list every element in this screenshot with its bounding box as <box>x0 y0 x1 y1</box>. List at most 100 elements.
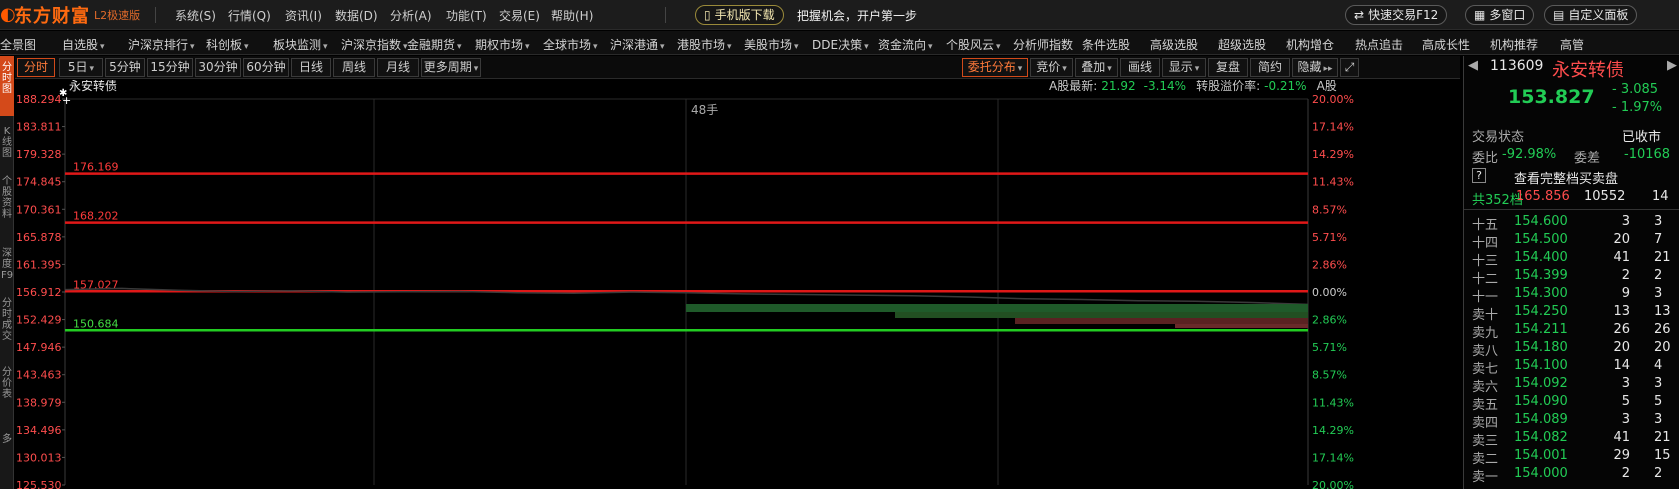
menu-item[interactable]: 分析(A) <box>390 7 432 24</box>
nav-item[interactable]: 热点追击 <box>1355 36 1403 53</box>
nav-item[interactable]: 港股市场 ▾ <box>677 36 732 53</box>
help-icon[interactable]: ? <box>1472 168 1486 183</box>
nav-item[interactable]: 期权市场 ▾ <box>475 36 530 53</box>
chart-tool-button[interactable]: 叠加 ▾ <box>1075 58 1118 77</box>
nav-item[interactable]: 金融期货 ▾ <box>407 36 462 53</box>
nav-item[interactable]: 机构推荐 <box>1490 36 1538 53</box>
view-tab[interactable]: 个股资料 <box>0 170 14 238</box>
nav-item-label: 自选股 <box>62 38 99 52</box>
prev-stock-icon[interactable]: ◀ <box>1468 58 1478 73</box>
chart-tool-button[interactable]: 画线 <box>1120 58 1160 77</box>
menu-item[interactable]: 帮助(H) <box>551 7 593 24</box>
nav-item[interactable]: 机构增仓 <box>1286 36 1334 53</box>
nav-item-label: 高级选股 <box>1150 38 1199 52</box>
period-button-label: 15分钟 <box>150 60 190 74</box>
full-book-link[interactable]: 查看完整档买卖盘 <box>1514 168 1618 187</box>
menu-item[interactable]: 系统(S) <box>175 7 216 24</box>
ask-count: 13 <box>1654 304 1671 319</box>
period-button[interactable]: 日线 <box>291 58 331 77</box>
a-share-info-part: A股最新: <box>1049 80 1097 93</box>
chart-canvas[interactable]: 188.294 183.811 179.328 174.845 170.361 165.8… <box>15 80 1460 489</box>
ask-row[interactable]: 卖九 154.211 26 26 <box>1464 321 1679 341</box>
quick-trade-button[interactable]: ⇄ 快速交易F12 <box>1345 5 1448 25</box>
multi-window-button[interactable]: ▦ 多窗口 <box>1465 5 1535 25</box>
chart-tool-button[interactable]: 竞价 ▾ <box>1030 58 1073 77</box>
fullscreen-button[interactable]: ⤢ <box>1340 58 1359 77</box>
ask-row[interactable]: 卖六 154.092 3 3 <box>1464 375 1679 395</box>
period-button-label: 周线 <box>341 60 366 74</box>
price-change: - 3.085 <box>1612 82 1659 97</box>
period-button[interactable]: 5分钟 <box>105 58 145 77</box>
nav-item[interactable]: 条件选股 <box>1082 36 1130 53</box>
status-label: 交易状态 <box>1472 130 1525 145</box>
ask-row[interactable]: 十二 154.399 2 2 <box>1464 267 1679 287</box>
period-button[interactable]: 5日 ▾ <box>59 58 103 77</box>
nav-item[interactable]: DDE决策 ▾ <box>812 36 869 53</box>
nav-item[interactable]: 沪深港通 ▾ <box>610 36 665 53</box>
view-tab[interactable]: 深度F9 <box>0 242 14 288</box>
period-button[interactable]: 月线 <box>377 58 419 77</box>
nav-item[interactable]: 高级选股 <box>1150 36 1198 53</box>
view-tab[interactable]: 分时图 <box>0 56 14 116</box>
ask-row[interactable]: 卖十 154.250 13 13 <box>1464 303 1679 323</box>
chart-tool-button[interactable]: 委托分布 ▾ <box>962 58 1028 77</box>
nav-item[interactable]: 全景图 <box>0 36 36 53</box>
nav-item[interactable]: 科创板 ▾ <box>206 36 249 53</box>
ask-row[interactable]: 卖八 154.180 20 20 <box>1464 339 1679 359</box>
nav-item[interactable]: 自选股 ▾ <box>62 36 105 53</box>
nav-item[interactable]: 资金流向 ▾ <box>878 36 933 53</box>
period-button[interactable]: 30分钟 <box>195 58 241 77</box>
nav-item[interactable]: 个股风云 ▾ <box>946 36 1001 53</box>
nav-item[interactable]: 沪深京指数 ▾ <box>341 36 408 53</box>
nav-item[interactable]: 分析师指数 <box>1013 36 1073 53</box>
chart-tool-button[interactable]: 简约 <box>1250 58 1290 77</box>
view-tab[interactable]: 分时成交 <box>0 292 14 356</box>
ask-row[interactable]: 十一 154.300 9 3 <box>1464 285 1679 305</box>
next-stock-icon[interactable]: ▶ <box>1667 58 1677 73</box>
period-button[interactable]: 60分钟 <box>243 58 289 77</box>
price-tick-label: 161.395 <box>16 258 62 271</box>
intraday-chart[interactable]: 188.294 183.811 179.328 174.845 170.361 165.8… <box>15 80 1460 489</box>
ask-level: 卖一 <box>1472 470 1499 485</box>
expand-icon: ⤢ <box>1344 60 1355 74</box>
view-tab[interactable]: 多 <box>0 428 14 468</box>
chart-tool-button[interactable]: 显示 ▾ <box>1162 58 1206 77</box>
view-tab[interactable]: 分价表 <box>0 361 14 421</box>
period-button[interactable]: 分时 <box>17 58 55 77</box>
nav-item[interactable]: 高成长性 <box>1422 36 1470 53</box>
chevron-down-icon: ▾ <box>864 42 869 52</box>
ask-row[interactable]: 卖五 154.090 5 5 <box>1464 393 1679 413</box>
period-button-label: 30分钟 <box>198 60 238 74</box>
ask-row[interactable]: 卖一 154.000 2 2 <box>1464 465 1679 485</box>
ask-volume: 20 <box>1613 340 1630 355</box>
ask-row[interactable]: 十三 154.400 41 21 <box>1464 249 1679 269</box>
period-button[interactable]: 更多周期 ▾ <box>421 58 481 77</box>
nav-item[interactable]: 全球市场 ▾ <box>543 36 598 53</box>
nav-item[interactable]: 美股市场 ▾ <box>744 36 799 53</box>
menu-item[interactable]: 数据(D) <box>335 7 378 24</box>
chart-tool-button[interactable]: 复盘 <box>1208 58 1248 77</box>
nav-item[interactable]: 高管 <box>1560 36 1584 53</box>
slogan-link[interactable]: 把握机会，开户第一步 <box>797 7 917 24</box>
nav-item[interactable]: 板块监测 ▾ <box>273 36 328 53</box>
menu-item[interactable]: 行情(Q) <box>228 7 271 24</box>
ask-row[interactable]: 卖二 154.001 29 15 <box>1464 447 1679 467</box>
menu-item[interactable]: 资讯(I) <box>285 7 322 24</box>
menu-item[interactable]: 交易(E) <box>499 7 540 24</box>
mobile-download-button[interactable]: ▯ 手机版下载 <box>695 5 784 25</box>
custom-panel-button[interactable]: ▤ 自定义面板 <box>1544 5 1638 25</box>
period-button[interactable]: 15分钟 <box>147 58 193 77</box>
menu-item[interactable]: 功能(T) <box>446 7 487 24</box>
quick-trade-label: 快速交易F12 <box>1368 8 1439 22</box>
ask-row[interactable]: 卖四 154.089 3 3 <box>1464 411 1679 431</box>
ask-row[interactable]: 十四 154.500 20 7 <box>1464 231 1679 251</box>
chevron-down-icon: ▾ <box>794 42 799 52</box>
ask-row[interactable]: 卖七 154.100 14 4 <box>1464 357 1679 377</box>
period-button[interactable]: 周线 <box>333 58 375 77</box>
ask-row[interactable]: 十五 154.600 3 3 <box>1464 213 1679 233</box>
nav-item[interactable]: 沪深京排行 ▾ <box>128 36 195 53</box>
ask-row[interactable]: 卖三 154.082 41 21 <box>1464 429 1679 449</box>
chart-tool-button[interactable]: 隐藏 ▸▸ <box>1292 58 1338 77</box>
nav-item[interactable]: 超级选股 <box>1218 36 1266 53</box>
view-tab[interactable]: K线图 <box>0 120 14 166</box>
